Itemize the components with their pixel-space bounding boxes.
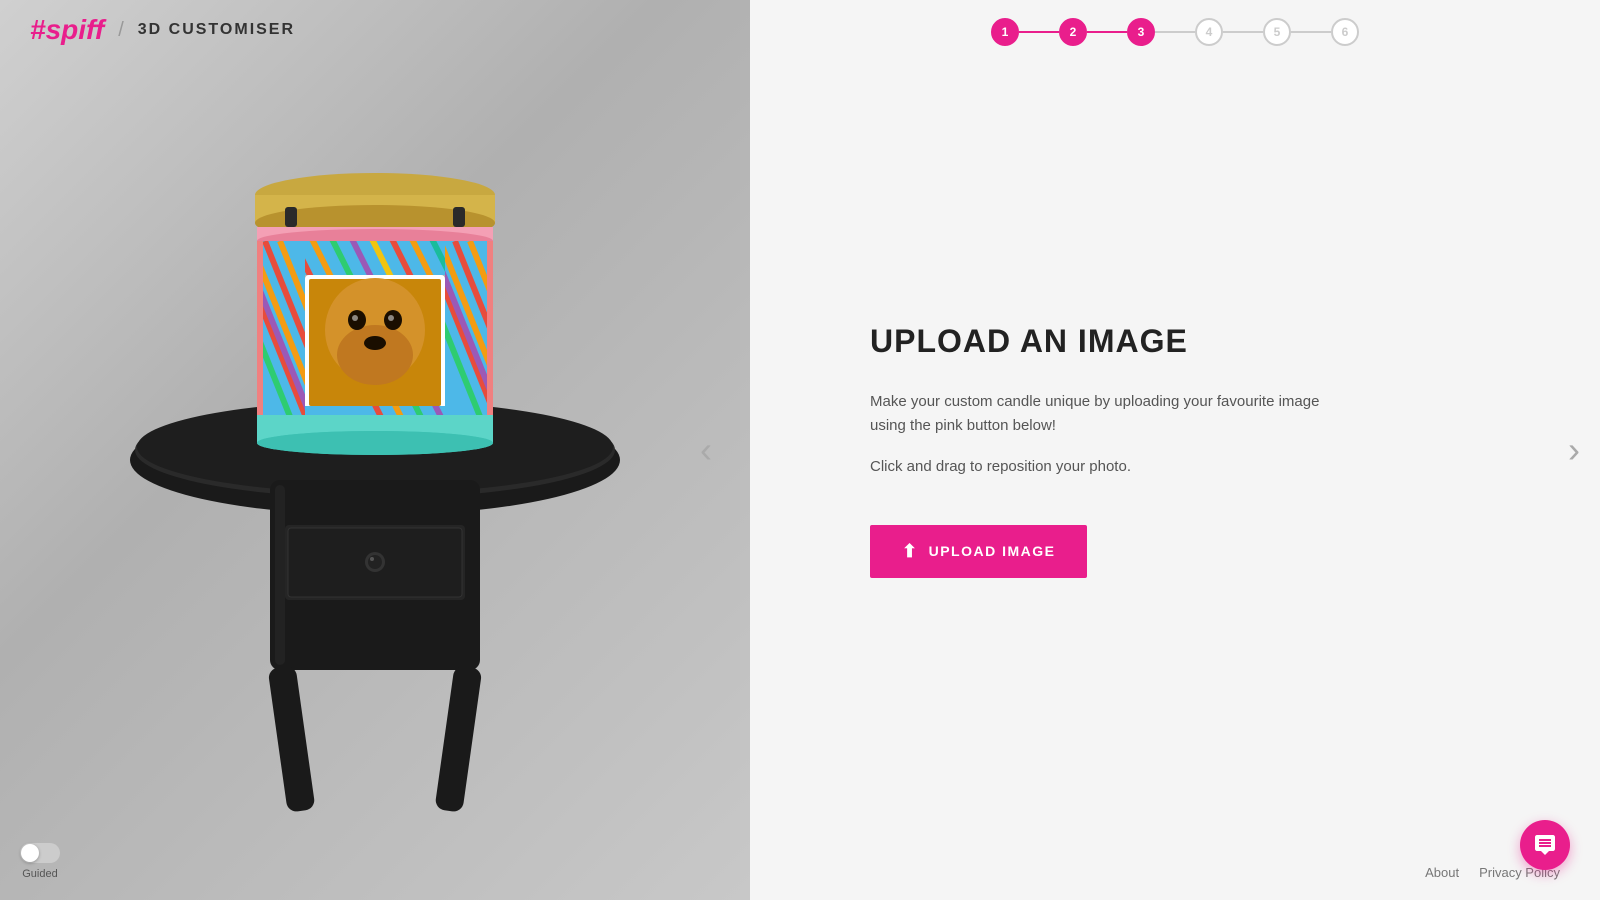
nav-prev-button[interactable]: ‹ — [690, 419, 722, 481]
logo: #spiff / 3D CUSTOMISER — [30, 14, 295, 46]
scene-container — [75, 75, 675, 825]
logo-subtitle: 3D CUSTOMISER — [138, 21, 295, 39]
chat-button[interactable] — [1520, 820, 1570, 870]
chat-icon — [1533, 833, 1557, 857]
step-6: 6 — [1331, 18, 1359, 46]
step-circle-1: 1 — [991, 18, 1019, 46]
step-circle-2: 2 — [1059, 18, 1087, 46]
header: #spiff / 3D CUSTOMISER — [0, 0, 750, 60]
upload-description-1: Make your custom candle unique by upload… — [870, 390, 1350, 438]
step-line-5-6 — [1291, 31, 1331, 33]
logo-name: spiff — [46, 14, 105, 45]
step-circle-5: 5 — [1263, 18, 1291, 46]
logo-hash: # — [30, 14, 46, 45]
candle-3d — [225, 135, 525, 475]
upload-icon: ⬆ — [902, 541, 919, 562]
right-panel: 1 2 3 4 5 — [750, 0, 1600, 900]
step-circle-4: 4 — [1195, 18, 1223, 46]
progress-stepper: 1 2 3 4 5 — [991, 18, 1359, 46]
product-viewer: Guided — [0, 0, 750, 900]
upload-hint: Click and drag to reposition your photo. — [870, 458, 1480, 475]
step-5: 5 — [1263, 18, 1291, 46]
logo-divider: / — [118, 19, 124, 42]
footer: About Privacy Policy — [750, 865, 1600, 880]
logo-text: #spiff — [30, 14, 104, 46]
step-line-2-3 — [1087, 31, 1127, 33]
guided-toggle[interactable]: Guided — [20, 843, 60, 880]
upload-image-button[interactable]: ⬆ UPLOAD IMAGE — [870, 525, 1087, 578]
step-line-1-2 — [1019, 31, 1059, 33]
step-circle-6: 6 — [1331, 18, 1359, 46]
step-3: 3 — [1127, 18, 1155, 46]
step-4: 4 — [1195, 18, 1223, 46]
step-1: 1 — [991, 18, 1019, 46]
step-2: 2 — [1059, 18, 1087, 46]
upload-content: UPLOAD AN IMAGE Make your custom candle … — [750, 0, 1600, 900]
step-line-3-4 — [1155, 31, 1195, 33]
upload-title: UPLOAD AN IMAGE — [870, 323, 1480, 360]
guided-switch[interactable] — [20, 843, 60, 863]
step-line-4-5 — [1223, 31, 1263, 33]
step-circle-3: 3 — [1127, 18, 1155, 46]
nav-next-button[interactable]: › — [1558, 419, 1590, 481]
guided-label: Guided — [22, 868, 57, 880]
about-link[interactable]: About — [1425, 865, 1459, 880]
upload-button-label: UPLOAD IMAGE — [929, 543, 1056, 559]
